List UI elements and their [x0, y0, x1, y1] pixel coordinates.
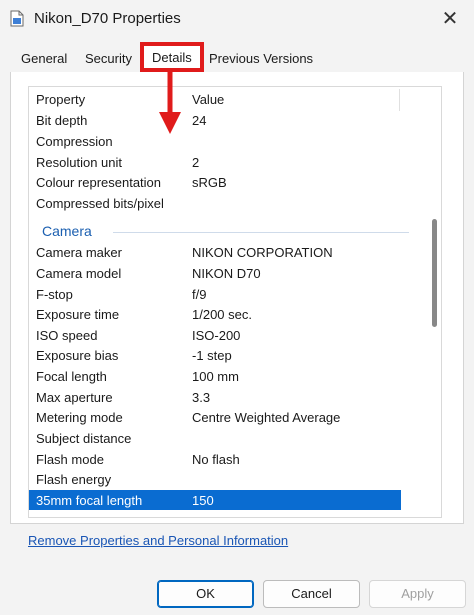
- property-name: Subject distance: [36, 431, 132, 446]
- property-value: ISO-200: [192, 328, 241, 343]
- property-name: Exposure time: [36, 307, 120, 322]
- list-item[interactable]: Colour representation sRGB: [29, 172, 401, 192]
- property-name: Exposure bias: [36, 348, 119, 363]
- tab-general[interactable]: General: [15, 46, 73, 70]
- property-value: 150: [192, 493, 214, 508]
- list-item-selected[interactable]: 35mm focal length 150: [29, 490, 401, 510]
- property-name: Camera model: [36, 266, 122, 281]
- column-header-property[interactable]: Property: [36, 92, 85, 107]
- list-item[interactable]: Subject distance: [29, 428, 401, 448]
- property-name: Camera maker: [36, 245, 122, 260]
- list-item[interactable]: Exposure bias -1 step: [29, 345, 401, 365]
- tab-details[interactable]: Details: [140, 42, 204, 72]
- property-value: sRGB: [192, 175, 227, 190]
- red-arrow-icon: [159, 72, 181, 134]
- cancel-button[interactable]: Cancel: [263, 580, 360, 608]
- property-name: Flash energy: [36, 472, 112, 487]
- property-value: 1/200 sec.: [192, 307, 252, 322]
- tab-bar: General Security Details Previous Versio…: [10, 42, 464, 72]
- scroll-thumb[interactable]: [432, 219, 437, 327]
- column-header-value[interactable]: Value: [192, 92, 224, 107]
- property-name: 35mm focal length: [36, 493, 143, 508]
- list-item[interactable]: Metering mode Centre Weighted Average: [29, 407, 401, 427]
- list-item[interactable]: ISO speed ISO-200: [29, 325, 401, 345]
- property-name: Metering mode: [36, 410, 123, 425]
- property-value: 24: [192, 113, 207, 128]
- property-name: Compressed bits/pixel: [36, 196, 164, 211]
- close-button[interactable]: ✕: [430, 4, 470, 34]
- column-divider: [399, 89, 400, 111]
- property-value: 2: [192, 155, 200, 170]
- file-icon: [10, 10, 24, 27]
- property-value: -1 step: [192, 348, 232, 363]
- property-name: Focal length: [36, 369, 107, 384]
- property-name: Flash mode: [36, 452, 104, 467]
- section-title-camera: Camera: [42, 223, 92, 239]
- property-name: Compression: [36, 134, 113, 149]
- property-name: Colour representation: [36, 175, 162, 190]
- property-value: f/9: [192, 287, 207, 302]
- property-name: Bit depth: [36, 113, 88, 128]
- list-item[interactable]: Compressed bits/pixel: [29, 193, 401, 213]
- property-name: Max aperture: [36, 390, 113, 405]
- ok-button[interactable]: OK: [157, 580, 254, 608]
- list-item[interactable]: Flash mode No flash: [29, 449, 401, 469]
- list-item[interactable]: F-stop f/9: [29, 284, 401, 304]
- property-value: 100 mm: [192, 369, 239, 384]
- list-item[interactable]: Camera model NIKON D70: [29, 263, 401, 283]
- property-value: NIKON CORPORATION: [192, 245, 333, 260]
- property-name: ISO speed: [36, 328, 98, 343]
- window-title: Nikon_D70 Properties: [34, 10, 181, 27]
- title-bar: Nikon_D70 Properties ✕: [0, 0, 474, 38]
- vertical-scrollbar[interactable]: [424, 87, 441, 517]
- details-list[interactable]: Property Value Bit depth 24 Compression …: [28, 86, 442, 518]
- property-value: Centre Weighted Average: [192, 410, 341, 425]
- list-item[interactable]: Max aperture 3.3: [29, 387, 401, 407]
- remove-properties-link[interactable]: Remove Properties and Personal Informati…: [28, 533, 288, 548]
- list-header: Property Value: [29, 89, 401, 109]
- property-name: F-stop: [36, 287, 73, 302]
- list-item[interactable]: Camera maker NIKON CORPORATION: [29, 242, 401, 262]
- section-divider: [113, 232, 409, 233]
- list-item[interactable]: Compression: [29, 131, 401, 151]
- property-value: 3.3: [192, 390, 211, 405]
- list-item[interactable]: Flash energy: [29, 469, 401, 489]
- tab-security[interactable]: Security: [79, 46, 138, 70]
- property-name: Resolution unit: [36, 155, 122, 170]
- tab-previous-versions[interactable]: Previous Versions: [203, 46, 319, 70]
- list-item[interactable]: Focal length 100 mm: [29, 366, 401, 386]
- property-value: NIKON D70: [192, 266, 261, 281]
- list-item[interactable]: Bit depth 24: [29, 110, 401, 130]
- property-value: No flash: [192, 452, 240, 467]
- list-item[interactable]: Exposure time 1/200 sec.: [29, 304, 401, 324]
- apply-button[interactable]: Apply: [369, 580, 466, 608]
- list-item[interactable]: Resolution unit 2: [29, 152, 401, 172]
